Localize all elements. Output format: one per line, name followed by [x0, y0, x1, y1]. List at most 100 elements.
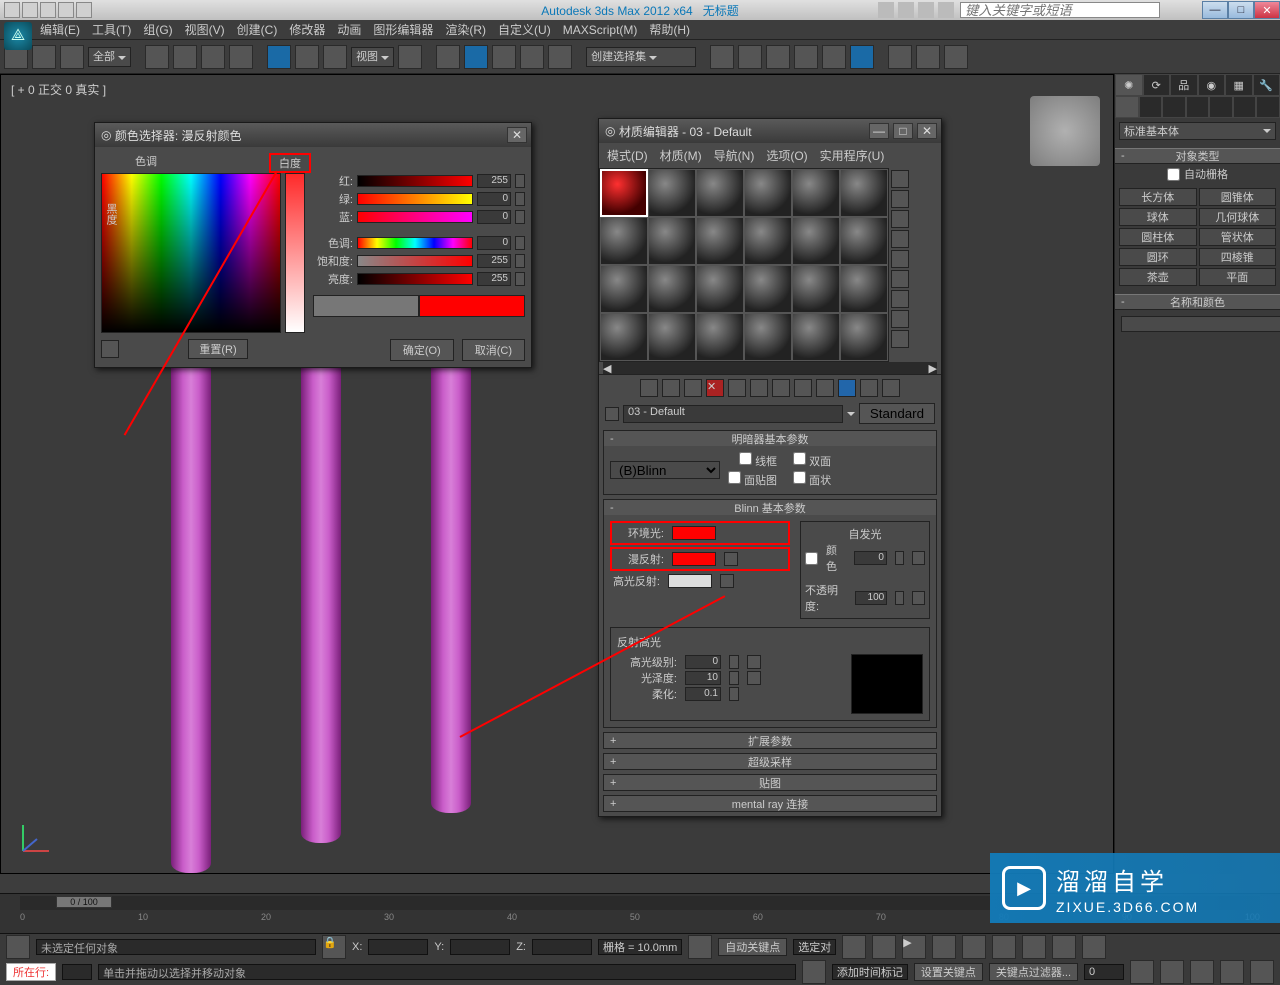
zoom-extents-icon[interactable]	[992, 935, 1016, 959]
soften-spinner[interactable]	[729, 687, 739, 701]
hue-slider[interactable]	[357, 237, 473, 249]
named-selection-dropdown[interactable]: 创建选择集	[586, 47, 696, 67]
cone-button[interactable]: 圆锥体	[1199, 188, 1277, 206]
menu-rendering[interactable]: 渲染(R)	[445, 21, 486, 38]
layers-icon[interactable]	[766, 45, 790, 69]
material-type-button[interactable]: Standard	[859, 403, 935, 424]
material-slot[interactable]	[840, 169, 888, 217]
spec-level-spinner[interactable]	[729, 655, 739, 669]
set-key-button[interactable]: 设置关键点	[914, 963, 983, 981]
opacity-spinner[interactable]	[895, 591, 904, 605]
put-to-scene-icon[interactable]	[662, 379, 680, 397]
menu-edit[interactable]: 编辑(E)	[40, 21, 80, 38]
me-menu-navigation[interactable]: 导航(N)	[714, 147, 755, 164]
hue-spinner[interactable]	[515, 236, 525, 250]
opacity-value[interactable]: 100	[855, 591, 887, 605]
spec-level-value[interactable]: 0	[685, 655, 721, 669]
material-slot[interactable]	[648, 265, 696, 313]
percent-snap-icon[interactable]	[520, 45, 544, 69]
twosided-checkbox[interactable]: 双面	[793, 452, 831, 469]
mirror-icon[interactable]	[710, 45, 734, 69]
object-name-input[interactable]	[1121, 316, 1280, 332]
menu-grapheditors[interactable]: 图形编辑器	[373, 21, 433, 38]
minimize-button[interactable]: —	[1202, 1, 1228, 19]
material-slot[interactable]	[792, 313, 840, 361]
manipulate-icon[interactable]	[436, 45, 460, 69]
material-slot[interactable]	[744, 313, 792, 361]
material-slot[interactable]	[648, 217, 696, 265]
lights-cat-icon[interactable]	[1162, 96, 1186, 118]
listener-icon[interactable]	[6, 935, 30, 959]
qat-redo-icon[interactable]	[76, 2, 92, 18]
pan-icon[interactable]	[1052, 935, 1076, 959]
y-input[interactable]	[450, 939, 510, 955]
make-unique-icon[interactable]	[750, 379, 768, 397]
viewport-label[interactable]: [ + 0 正交 0 真实 ]	[11, 81, 106, 98]
go-sibling-icon[interactable]	[882, 379, 900, 397]
select-name-icon[interactable]	[173, 45, 197, 69]
current-frame-input[interactable]: 0	[1084, 964, 1124, 980]
motion-tab-icon[interactable]: ◉	[1198, 74, 1226, 96]
material-slot[interactable]	[840, 265, 888, 313]
val-value[interactable]: 255	[477, 272, 511, 286]
mentalray-rollout-header[interactable]: +mental ray 连接	[604, 796, 936, 811]
pick-material-icon[interactable]	[605, 407, 619, 421]
material-slot[interactable]	[840, 217, 888, 265]
reset-button[interactable]: 重置(R)	[188, 339, 247, 359]
gloss-spinner[interactable]	[729, 671, 739, 685]
isolate-icon[interactable]	[688, 935, 712, 959]
green-slider[interactable]	[357, 193, 473, 205]
select-by-material-icon[interactable]	[891, 310, 909, 328]
get-material-icon[interactable]	[640, 379, 658, 397]
sphere-button[interactable]: 球体	[1119, 208, 1197, 226]
torus-button[interactable]: 圆环	[1119, 248, 1197, 266]
use-center-icon[interactable]	[398, 45, 422, 69]
material-slot[interactable]	[792, 169, 840, 217]
green-value[interactable]: 0	[477, 192, 511, 206]
maps-rollout-header[interactable]: +贴图	[604, 775, 936, 790]
supersampling-rollout-header[interactable]: +超级采样	[604, 754, 936, 769]
me-menu-mode[interactable]: 模式(D)	[607, 147, 648, 164]
maximize-button[interactable]: □	[1228, 1, 1254, 19]
menu-help[interactable]: 帮助(H)	[649, 21, 690, 38]
create-tab-icon[interactable]: ✺	[1115, 74, 1143, 96]
binoculars-icon[interactable]	[878, 2, 894, 18]
material-slot[interactable]	[600, 169, 648, 217]
window-crossing-icon[interactable]	[229, 45, 253, 69]
cancel-button[interactable]: 取消(C)	[462, 339, 525, 361]
material-slot[interactable]	[648, 313, 696, 361]
material-slot[interactable]	[648, 169, 696, 217]
val-slider[interactable]	[357, 273, 473, 285]
color-picker-titlebar[interactable]: ◎ 颜色选择器: 漫反射颜色 ✕	[95, 123, 531, 147]
render-setup-icon[interactable]	[888, 45, 912, 69]
selection-filter-dropdown[interactable]: 全部	[88, 47, 131, 67]
script-line-input[interactable]	[62, 964, 92, 980]
snap-toggle-icon[interactable]	[464, 45, 488, 69]
show-end-result-icon[interactable]	[838, 379, 856, 397]
viewport-nav4-icon[interactable]	[1250, 960, 1274, 984]
blue-spinner[interactable]	[515, 210, 525, 224]
diffuse-map-button[interactable]	[724, 552, 738, 566]
me-menu-options[interactable]: 选项(O)	[766, 147, 807, 164]
helpers-cat-icon[interactable]	[1209, 96, 1233, 118]
blue-value[interactable]: 0	[477, 210, 511, 224]
systems-cat-icon[interactable]	[1256, 96, 1280, 118]
auto-grid-checkbox[interactable]	[1167, 168, 1180, 181]
shader-rollout-header[interactable]: -明暗器基本参数	[604, 431, 936, 446]
material-slot[interactable]	[600, 313, 648, 361]
spinner-snap-icon[interactable]	[548, 45, 572, 69]
material-map-nav-icon[interactable]	[891, 330, 909, 348]
material-editor-icon[interactable]	[850, 45, 874, 69]
close-button[interactable]: ✕	[1254, 1, 1280, 19]
specular-swatch[interactable]	[668, 574, 712, 588]
qat-save-icon[interactable]	[40, 2, 56, 18]
sample-type-icon[interactable]	[891, 170, 909, 188]
sat-value[interactable]: 255	[477, 254, 511, 268]
gloss-map-button[interactable]	[747, 671, 761, 685]
object-type-rollout-header[interactable]: -对象类型	[1115, 148, 1280, 164]
val-spinner[interactable]	[515, 272, 525, 286]
ref-coord-dropdown[interactable]: 视图	[351, 47, 394, 67]
selfillum-value[interactable]: 0	[854, 551, 887, 565]
zoom-icon[interactable]	[1022, 935, 1046, 959]
time-slider-handle[interactable]: 0 / 100	[56, 896, 112, 908]
